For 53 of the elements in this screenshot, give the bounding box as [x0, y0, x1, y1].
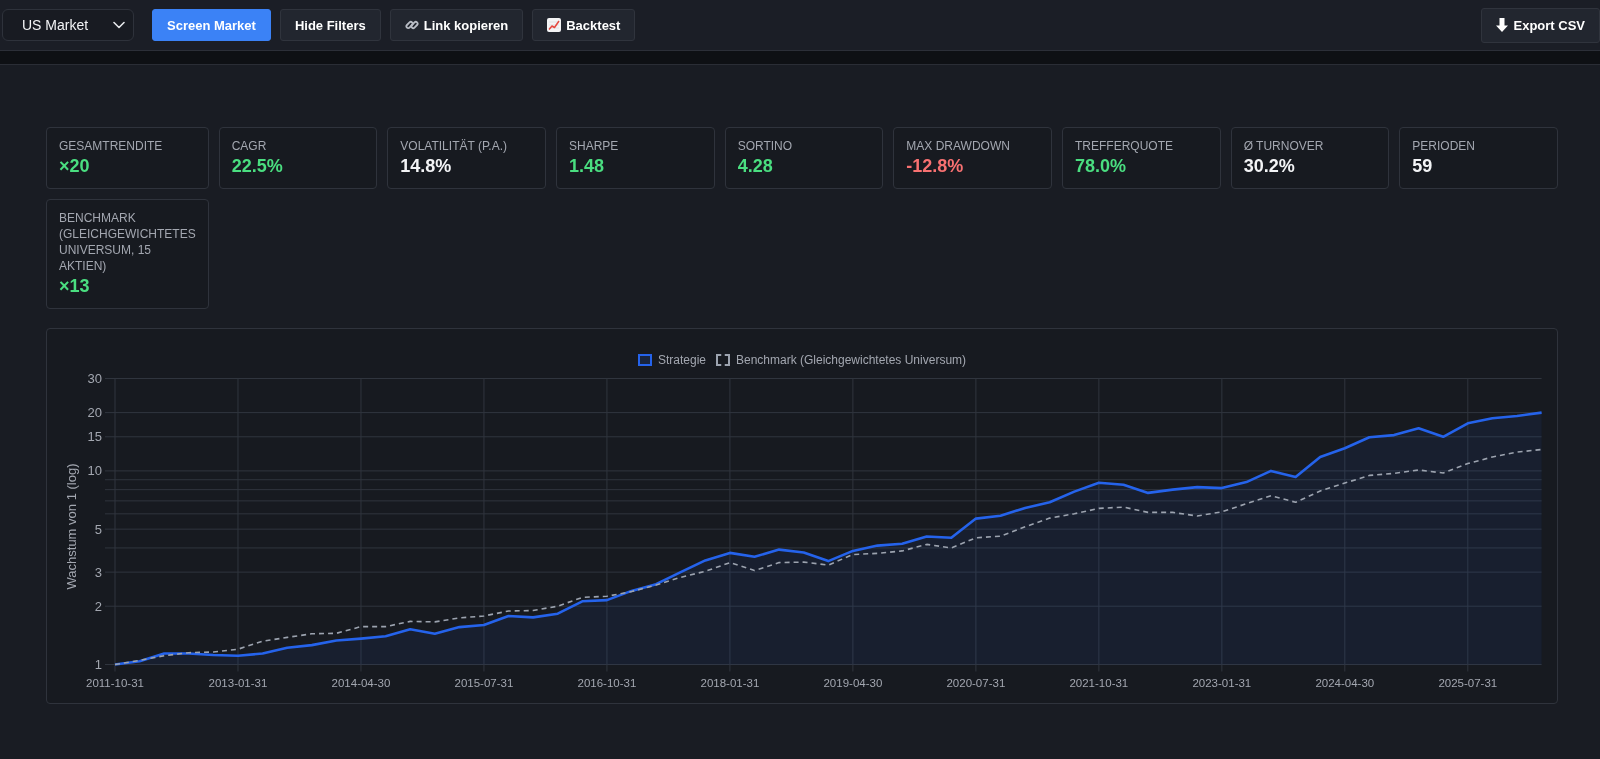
- metric-label: Ø TURNOVER: [1243, 138, 1325, 154]
- metric-label: VOLATILITÄT (P.A.): [400, 138, 509, 154]
- metric-value: 59: [1412, 155, 1434, 178]
- market-select[interactable]: US Market: [2, 9, 134, 41]
- metric-value: 1.48: [569, 155, 606, 178]
- axis-title: Wachstum von 1 (log): [64, 463, 79, 590]
- metric-label: CAGR: [231, 138, 268, 154]
- axis-tick-label: 3: [94, 564, 102, 580]
- toggle-filters-button[interactable]: Hide Filters: [279, 9, 381, 41]
- axis-tick-label: 1: [94, 657, 102, 672]
- export-button[interactable]: Export CSV: [1481, 7, 1600, 43]
- backtest-button[interactable]: Backtest: [532, 9, 636, 41]
- axis-tick-label: 20: [87, 405, 102, 421]
- axis-tick-label: 2019-04-30: [823, 676, 883, 689]
- axis-tick-label: 2018-01-31: [700, 676, 760, 689]
- axis-tick-label: 2025-07-31: [1438, 676, 1498, 689]
- axis-tick-label: 10: [87, 463, 102, 479]
- metric-value: ×20: [59, 155, 91, 178]
- metric-label: TREFFERQUOTE: [1075, 138, 1174, 154]
- metric-value: 22.5%: [231, 155, 284, 178]
- metric-label: PERIODEN: [1412, 138, 1476, 154]
- chain-link-icon: [404, 18, 419, 32]
- metric-value: 30.2%: [1243, 155, 1296, 178]
- legend-label: Strategie: [657, 353, 706, 367]
- metric-label: GESAMTRENDITE: [59, 138, 164, 154]
- axis-tick-label: 2011-10-31: [86, 676, 144, 689]
- metric-label: MAX DRAWDOWN: [906, 138, 1011, 154]
- chevron-down-icon: [113, 21, 125, 29]
- axis-tick-label: 2014-04-30: [331, 676, 391, 689]
- axis-tick-label: 2016-10-31: [577, 676, 637, 689]
- axis-tick-label: 30: [87, 371, 102, 386]
- metric-label: SHARPE: [569, 138, 620, 154]
- axis-tick-label: 15: [87, 429, 102, 445]
- metric-value: -12.8%: [906, 155, 965, 178]
- copy-link-button[interactable]: Link kopieren: [389, 9, 524, 41]
- axis-tick-label: 2013-01-31: [208, 676, 268, 689]
- metric-value: 78.0%: [1075, 155, 1128, 178]
- metric-value: ×13: [59, 275, 91, 298]
- line-chart-icon: [547, 18, 562, 32]
- screen-button[interactable]: Screen Market: [152, 9, 271, 41]
- axis-tick-label: 2024-04-30: [1315, 676, 1375, 689]
- axis-tick-label: 2021-10-31: [1069, 676, 1129, 689]
- metric-label: BENCHMARK (GLEICHGEWICHTETES UNIVERSUM, 15 AKTIEN): [59, 210, 196, 274]
- axis-tick-label: 2015-07-31: [454, 676, 514, 689]
- axis-tick-label: 2020-07-31: [946, 676, 1006, 689]
- download-arrow-icon: [1496, 18, 1509, 32]
- axis-tick-label: 2023-01-31: [1192, 676, 1252, 689]
- metric-value: 14.8%: [400, 155, 453, 178]
- metric-value: 4.28: [737, 155, 774, 178]
- axis-tick-label: 5: [94, 521, 102, 537]
- metric-label: SORTINO: [737, 138, 794, 154]
- legend-label: Benchmark (Gleichgewichtetes Universum): [735, 353, 967, 367]
- axis-tick-label: 2: [94, 598, 102, 614]
